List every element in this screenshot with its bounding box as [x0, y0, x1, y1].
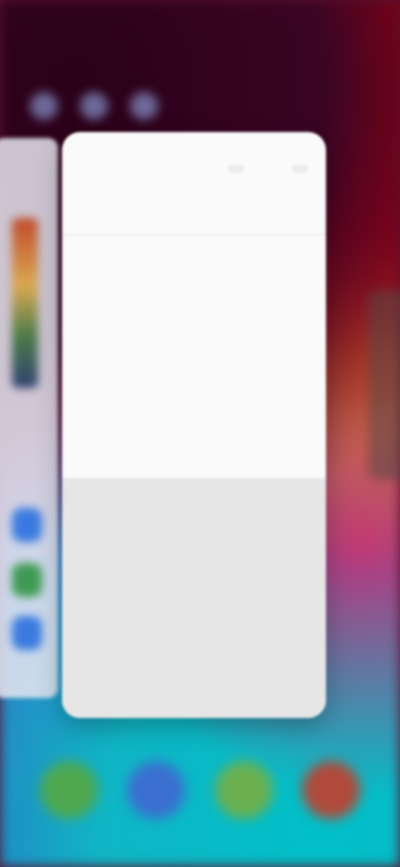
recent-app-card-left[interactable]: [0, 138, 58, 698]
list-item: [92, 369, 296, 389]
browser-icon[interactable]: [214, 761, 273, 819]
camera-icon[interactable]: [301, 761, 360, 819]
list-item: [92, 249, 296, 269]
list-item: [92, 349, 296, 369]
app-topbar: [62, 132, 326, 206]
status-icon-2: [80, 92, 108, 120]
app-icon-blue: [12, 508, 42, 542]
topbar-action-button[interactable]: [292, 165, 308, 173]
phone-icon[interactable]: [40, 761, 98, 819]
list-item: [92, 329, 296, 349]
list-item: [92, 289, 296, 309]
app-tabs: [62, 206, 326, 235]
app-icon-blue-2: [12, 616, 42, 650]
list-item: [92, 309, 296, 329]
status-icons: [30, 92, 158, 120]
dock: [0, 750, 400, 830]
topbar-action-button[interactable]: [228, 165, 244, 173]
messages-icon[interactable]: [127, 761, 186, 819]
app-icon-green: [12, 563, 42, 597]
list-item: [92, 389, 296, 409]
app-empty-area: [62, 478, 326, 718]
list-item: [92, 269, 296, 289]
status-icon-3: [130, 92, 158, 120]
recent-app-card-main[interactable]: [62, 132, 326, 718]
status-icon-1: [30, 92, 58, 120]
app-thumbnail-image: [12, 218, 38, 388]
app-content: [62, 235, 326, 481]
recent-app-card-right[interactable]: [368, 290, 400, 480]
